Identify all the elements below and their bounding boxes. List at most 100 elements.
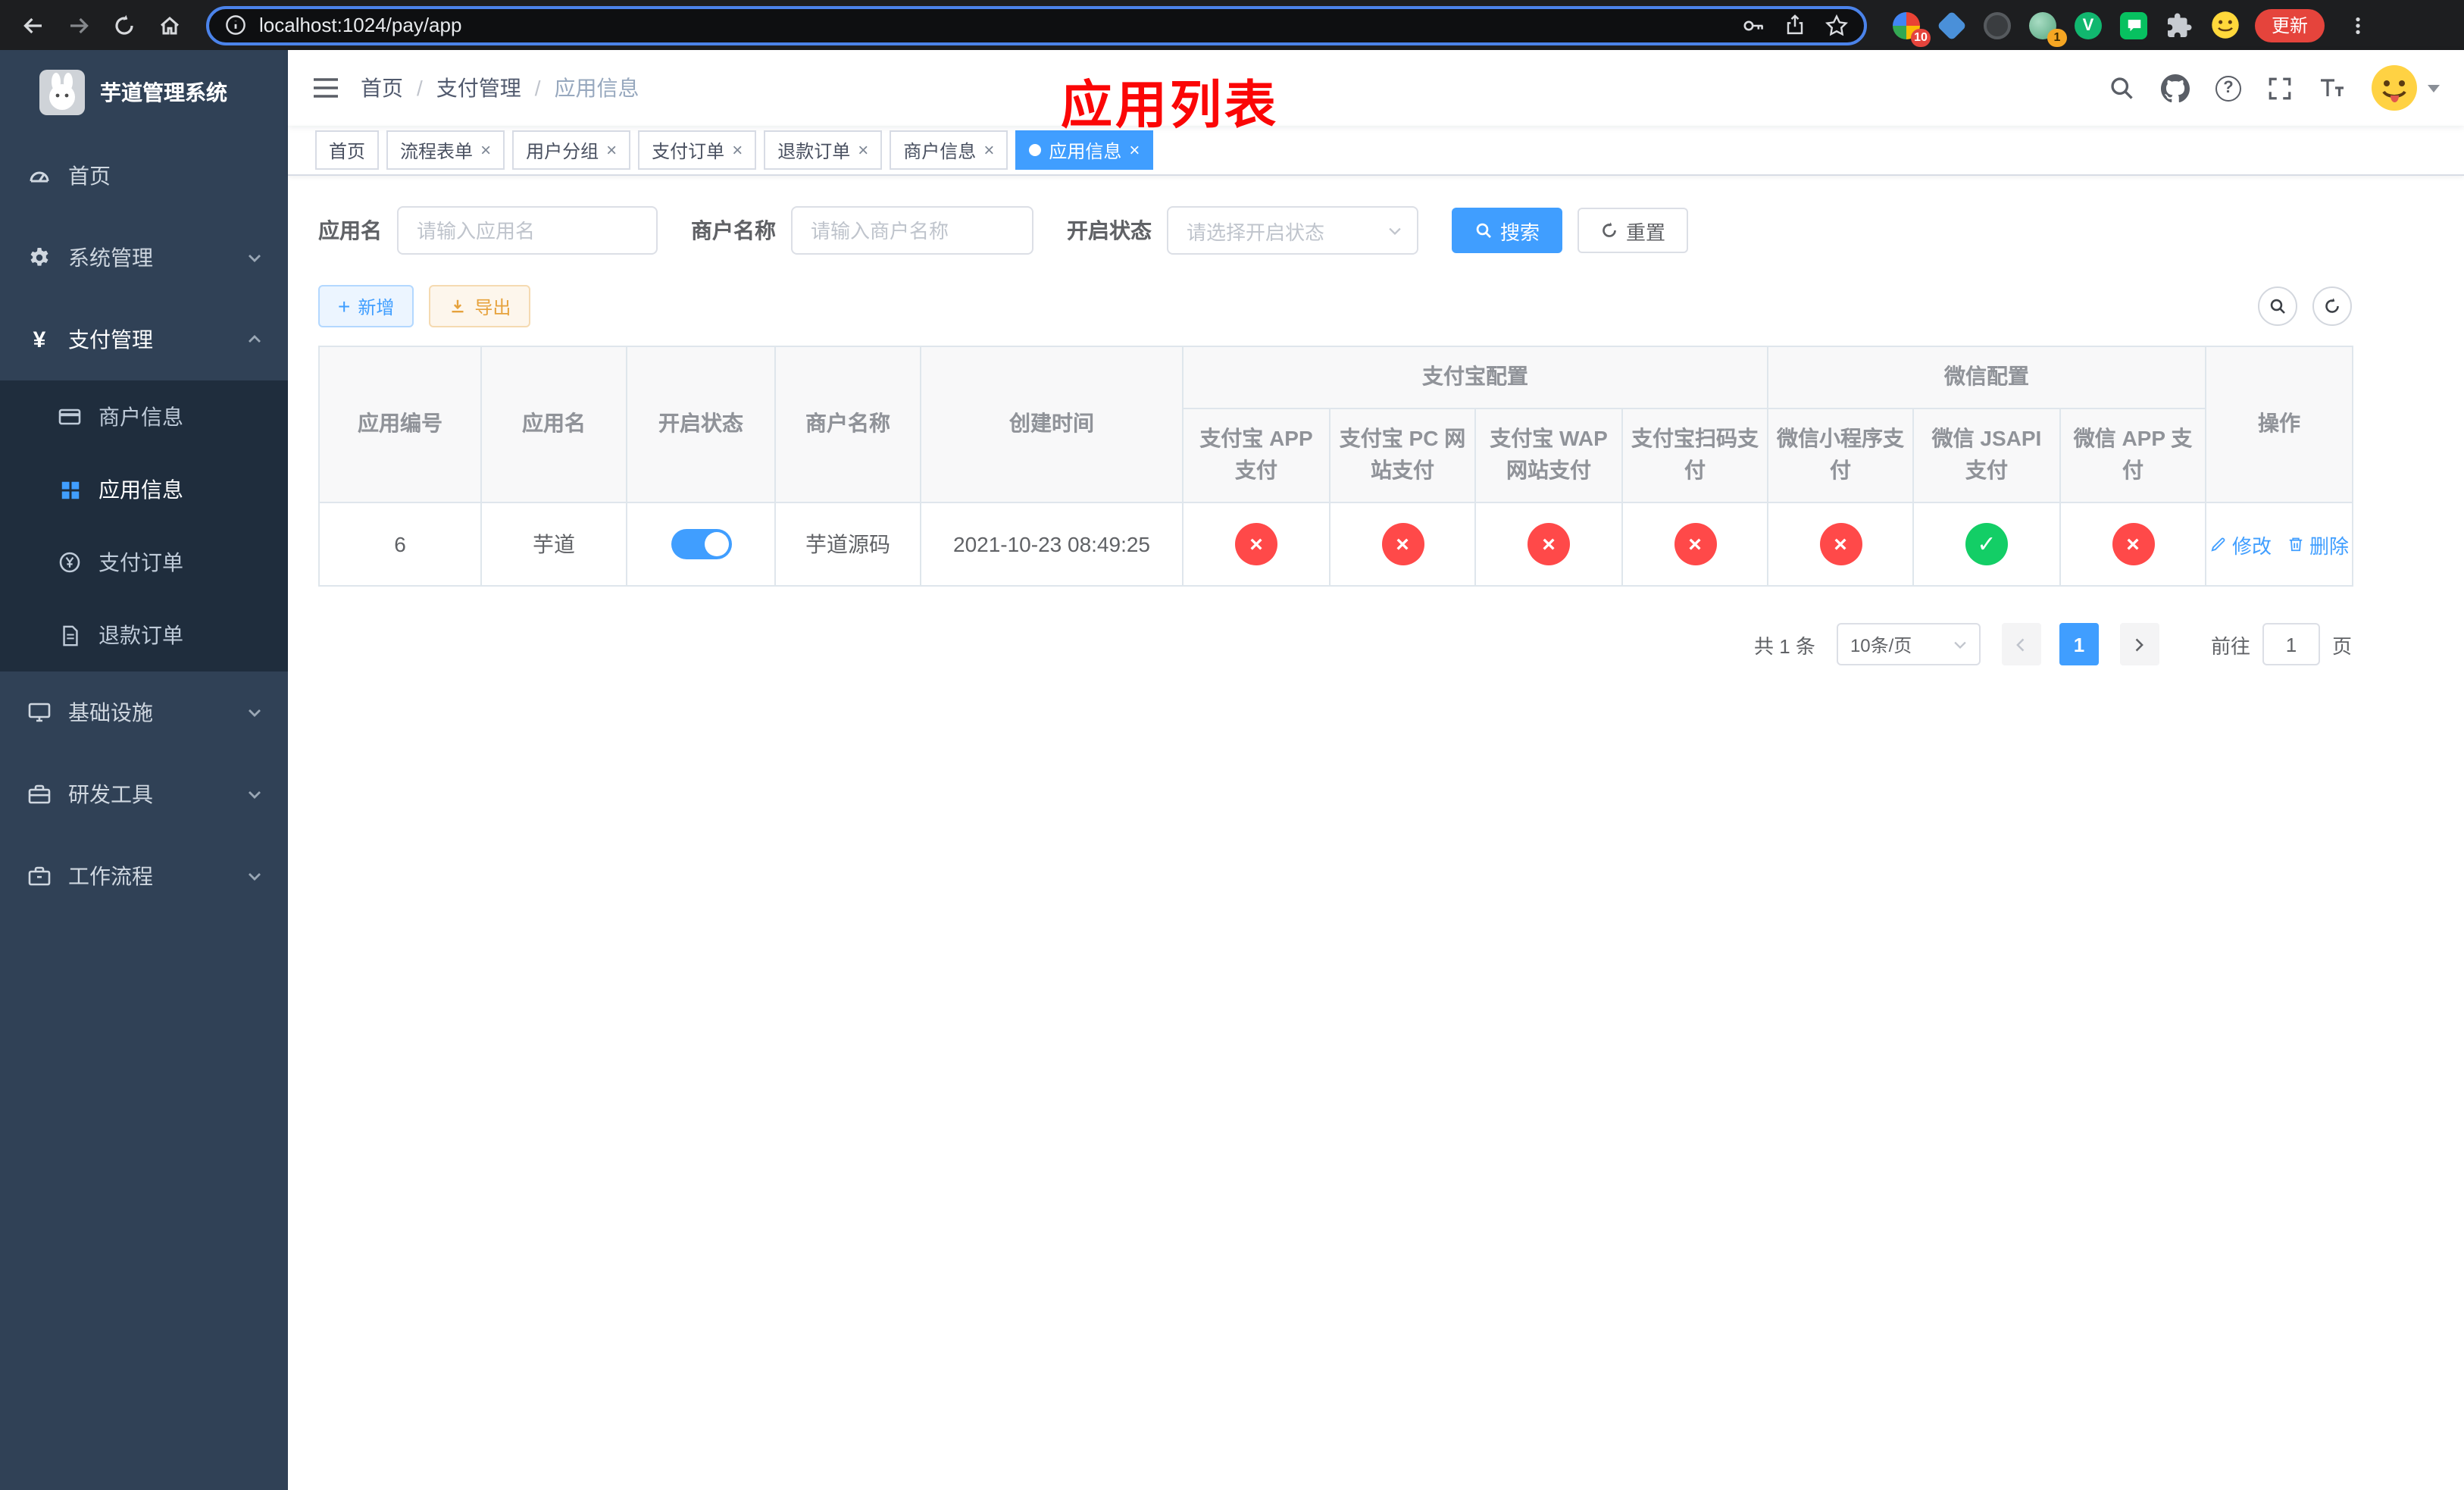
- tab-close-icon[interactable]: ×: [732, 141, 743, 159]
- sidebar-item-workflow[interactable]: 工作流程: [0, 835, 288, 917]
- status-badge: ×: [1527, 523, 1570, 566]
- cell-alipay-wap: ×: [1474, 502, 1623, 587]
- tab-close-icon[interactable]: ×: [606, 141, 617, 159]
- sidebar-item-label: 研发工具: [68, 782, 153, 806]
- browser-update-button[interactable]: 更新: [2255, 8, 2325, 42]
- add-button[interactable]: + 新增: [318, 285, 414, 327]
- browser-back-icon[interactable]: [12, 4, 55, 46]
- next-page-button[interactable]: [2119, 623, 2159, 666]
- share-icon[interactable]: [1784, 14, 1806, 36]
- tab-close-icon[interactable]: ×: [1129, 141, 1140, 159]
- sidebar-item-app-info[interactable]: 应用信息: [0, 453, 288, 526]
- browser-menu-kebab-icon[interactable]: [2337, 4, 2379, 46]
- chevron-down-icon: [249, 791, 261, 799]
- extension-dark-icon[interactable]: [1979, 7, 2015, 43]
- sidebar: 芋道管理系统 首页 系统管理 ¥ 支付管理 商户信息 应用信息 支付订单 退款订…: [0, 50, 288, 1490]
- search-button[interactable]: 搜索: [1452, 208, 1563, 253]
- main-area: 首页 / 支付管理 / 应用信息 ? 应用列表 首页 流程表单 × 用户分组 ×…: [288, 50, 2464, 1490]
- edit-link[interactable]: 修改: [2209, 530, 2272, 559]
- gear-icon: [27, 246, 52, 270]
- extension-pinwheel-icon[interactable]: 10: [1888, 7, 1931, 46]
- sidebar-item-infrastructure[interactable]: 基础设施: [0, 671, 288, 753]
- col-group-alipay: 支付宝配置: [1182, 346, 1768, 409]
- sidebar-item-label: 商户信息: [98, 405, 183, 429]
- extension-wechat-icon[interactable]: [2115, 7, 2152, 43]
- password-key-icon[interactable]: [1741, 13, 1765, 37]
- add-button-label: 新增: [358, 296, 395, 318]
- breadcrumb-home[interactable]: 首页: [361, 73, 403, 103]
- status-toggle[interactable]: [671, 529, 731, 560]
- help-icon[interactable]: [2215, 75, 2241, 101]
- app-name-input[interactable]: [397, 206, 658, 255]
- bookmark-star-icon[interactable]: [1825, 13, 1849, 37]
- status-badge: ✓: [1965, 523, 2008, 566]
- breadcrumb-separator: /: [534, 76, 541, 100]
- browser-home-icon[interactable]: [149, 4, 191, 46]
- status-badge: ×: [1235, 523, 1277, 566]
- extension-emoji-icon[interactable]: [2206, 7, 2243, 43]
- pay-order-icon: [58, 550, 82, 574]
- site-info-icon[interactable]: [224, 14, 247, 36]
- breadcrumb-current: 应用信息: [554, 76, 639, 100]
- extensions-puzzle-icon[interactable]: [2161, 7, 2197, 43]
- user-menu[interactable]: [2372, 65, 2440, 111]
- status-select[interactable]: 请选择开启状态: [1167, 206, 1418, 255]
- tab-label: 商户信息: [903, 140, 977, 161]
- browser-refresh-icon[interactable]: [103, 4, 145, 46]
- merchant-name-input[interactable]: [791, 206, 1033, 255]
- sidebar-item-payment[interactable]: ¥ 支付管理: [0, 299, 288, 380]
- sidebar-item-refund-orders[interactable]: 退款订单: [0, 599, 288, 671]
- chevron-down-icon: [249, 709, 261, 717]
- sidebar-item-pay-orders[interactable]: 支付订单: [0, 526, 288, 599]
- tab-process-form[interactable]: 流程表单 ×: [386, 130, 505, 170]
- delete-link[interactable]: 删除: [2287, 530, 2349, 559]
- tab-pay-orders[interactable]: 支付订单 ×: [638, 130, 757, 170]
- tab-user-group[interactable]: 用户分组 ×: [512, 130, 631, 170]
- refresh-table-button[interactable]: [2312, 286, 2352, 326]
- col-merchant: 商户名称: [774, 345, 921, 504]
- extension-avatar-icon[interactable]: 1: [2025, 7, 2067, 46]
- font-size-icon[interactable]: [2319, 76, 2346, 100]
- extension-gem-icon[interactable]: [1934, 7, 1970, 43]
- address-bar[interactable]: localhost:1024/pay/app: [206, 5, 1867, 45]
- tab-label: 用户分组: [526, 140, 599, 161]
- page-size-select[interactable]: 10条/页: [1836, 623, 1981, 666]
- tab-merchant-info[interactable]: 商户信息 ×: [890, 130, 1008, 170]
- plus-icon: +: [338, 294, 351, 318]
- tab-home[interactable]: 首页: [315, 130, 380, 170]
- toggle-search-button[interactable]: [2258, 286, 2297, 326]
- delete-link-label: 删除: [2309, 534, 2350, 558]
- sidebar-item-dev-tools[interactable]: 研发工具: [0, 753, 288, 835]
- pagination: 共 1 条 10条/页 1 前往 页: [318, 623, 2352, 666]
- sidebar-item-system[interactable]: 系统管理: [0, 217, 288, 299]
- chevron-down-icon: [249, 873, 261, 881]
- tab-close-icon[interactable]: ×: [983, 141, 994, 159]
- cell-wechat-mini: ×: [1767, 502, 1914, 587]
- pagination-total: 共 1 条: [1754, 634, 1815, 658]
- sidebar-item-home[interactable]: 首页: [0, 135, 288, 217]
- tab-close-icon[interactable]: ×: [858, 141, 868, 159]
- tab-close-icon[interactable]: ×: [480, 141, 491, 159]
- sidebar-toggle-icon[interactable]: [312, 76, 339, 100]
- yen-icon: ¥: [33, 327, 46, 352]
- github-icon[interactable]: [2161, 74, 2190, 102]
- fullscreen-icon[interactable]: [2267, 75, 2293, 101]
- export-button[interactable]: 导出: [429, 285, 531, 327]
- app-logo-row[interactable]: 芋道管理系统: [0, 50, 288, 135]
- payment-submenu: 商户信息 应用信息 支付订单 退款订单: [0, 380, 288, 671]
- extension-vue-icon[interactable]: V: [2070, 7, 2106, 43]
- browser-forward-icon[interactable]: [58, 4, 100, 46]
- goto-page-input[interactable]: [2262, 623, 2320, 666]
- cell-merchant: 芋道源码: [774, 502, 921, 587]
- status-select-placeholder: 请选择开启状态: [1187, 221, 1325, 243]
- chevron-down-icon: [1389, 227, 1401, 234]
- extension-badge: 10: [1911, 28, 1931, 46]
- user-avatar: [2372, 65, 2417, 111]
- refresh-icon: [2325, 298, 2339, 313]
- search-icon[interactable]: [2108, 74, 2135, 102]
- reset-button[interactable]: 重置: [1578, 208, 1689, 253]
- sidebar-item-merchant-info[interactable]: 商户信息: [0, 380, 288, 453]
- page-number-button[interactable]: 1: [2059, 623, 2099, 666]
- tab-refund-orders[interactable]: 退款订单 ×: [764, 130, 883, 170]
- prev-page-button[interactable]: [2001, 623, 2041, 666]
